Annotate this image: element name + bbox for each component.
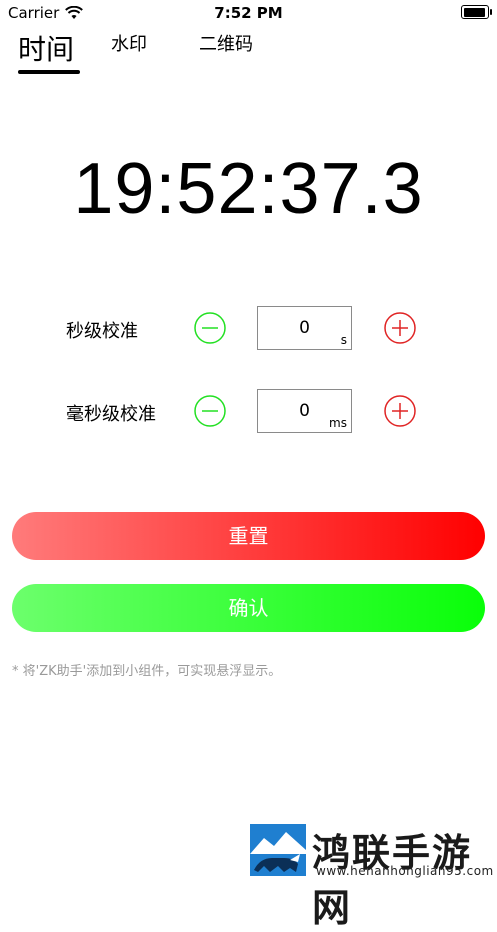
- battery-icon: [461, 5, 492, 19]
- tab-underline: [18, 70, 80, 74]
- milliseconds-minus-button[interactable]: [194, 395, 226, 427]
- seconds-unit: s: [340, 333, 347, 347]
- seconds-minus-button[interactable]: [194, 312, 226, 344]
- seconds-calibration-label: 秒级校准: [66, 321, 138, 342]
- milliseconds-calibration-label: 毫秒级校准: [66, 404, 156, 425]
- confirm-button[interactable]: 确认: [12, 584, 485, 632]
- milliseconds-unit: ms: [329, 416, 347, 430]
- reset-button[interactable]: 重置: [12, 512, 485, 560]
- tab-watermark[interactable]: 水印: [111, 30, 147, 56]
- status-time: 7:52 PM: [214, 4, 283, 22]
- watermark-url: www.henanhonglian95.com: [316, 864, 494, 878]
- tab-qrcode[interactable]: 二维码: [199, 30, 253, 56]
- tab-time[interactable]: 时间: [18, 28, 74, 68]
- seconds-value-field[interactable]: 0 s: [257, 306, 352, 350]
- milliseconds-value-field[interactable]: 0 ms: [257, 389, 352, 433]
- widget-hint-text: * 将'ZK助手'添加到小组件，可实现悬浮显示。: [12, 664, 282, 679]
- seconds-value: 0: [299, 318, 310, 338]
- clock-display: 19:52:37.3: [73, 149, 424, 229]
- milliseconds-plus-button[interactable]: [384, 395, 416, 427]
- watermark-logo-icon: [250, 824, 306, 876]
- seconds-plus-button[interactable]: [384, 312, 416, 344]
